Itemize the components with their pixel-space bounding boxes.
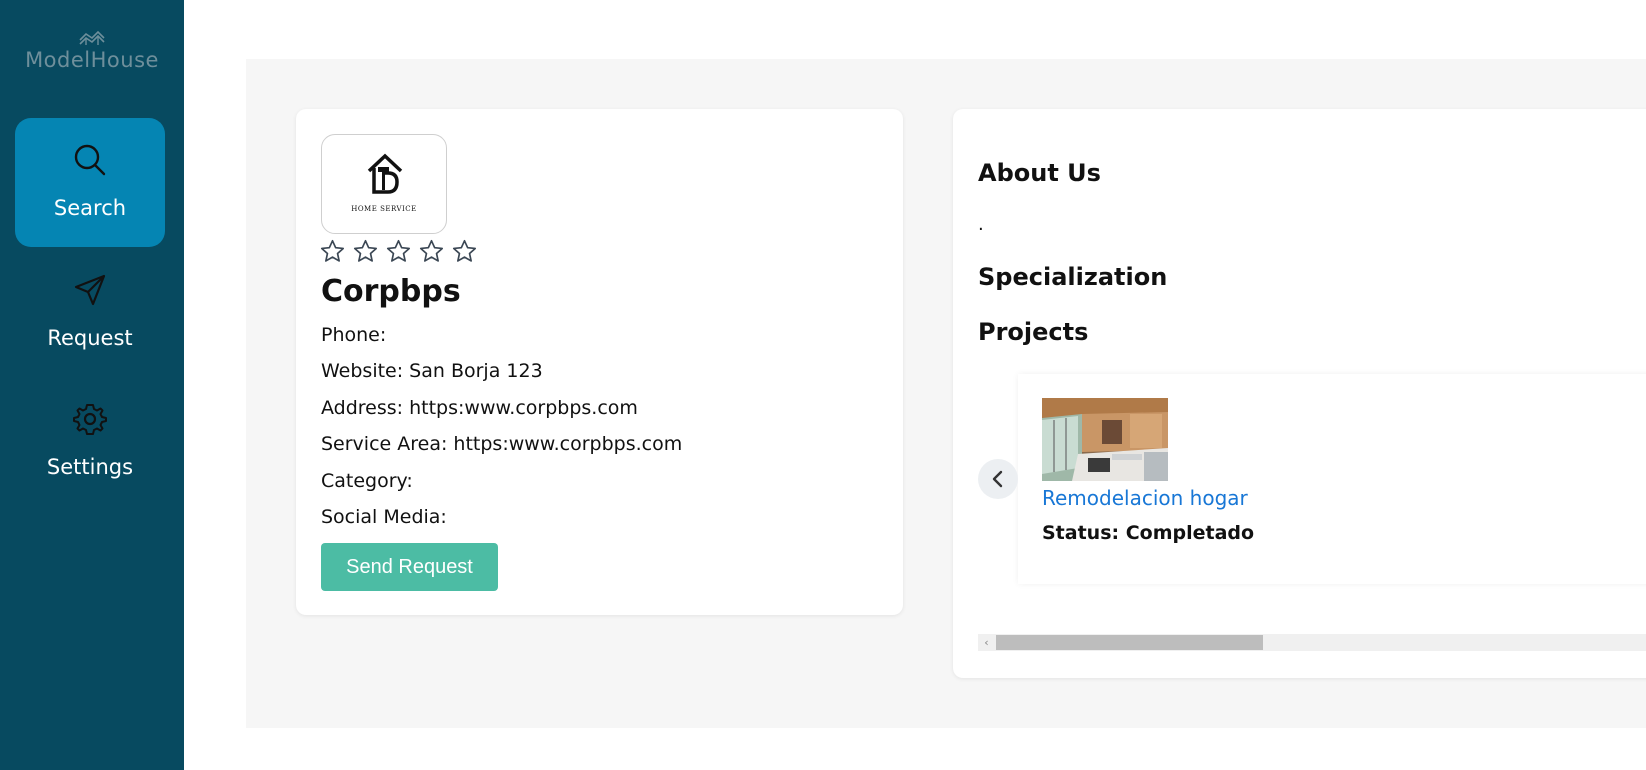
scrollbar-thumb[interactable] bbox=[996, 635, 1263, 650]
company-logo: HOME SERVICE bbox=[321, 134, 447, 234]
star-icon[interactable] bbox=[418, 238, 445, 265]
sidebar-item-settings[interactable]: Settings bbox=[15, 391, 165, 520]
company-address: Address: https:www.corpbps.com bbox=[321, 397, 638, 419]
company-profile-card: HOME SERVICE Corpbps Phone: Website: San… bbox=[296, 109, 903, 615]
sidebar-item-label: Request bbox=[47, 326, 133, 350]
about-us-text: . bbox=[978, 214, 984, 235]
star-icon[interactable] bbox=[319, 238, 346, 265]
company-name: Corpbps bbox=[321, 274, 461, 309]
rating-stars[interactable] bbox=[319, 238, 478, 265]
company-phone: Phone: bbox=[321, 324, 387, 346]
star-icon[interactable] bbox=[352, 238, 379, 265]
send-icon bbox=[74, 274, 106, 306]
house-hammer-logo bbox=[367, 153, 403, 194]
project-image[interactable] bbox=[1042, 398, 1168, 481]
project-name-link[interactable]: Remodelacion hogar bbox=[1042, 486, 1248, 510]
star-icon[interactable] bbox=[385, 238, 412, 265]
app-logo[interactable]: ModelHouse bbox=[0, 30, 184, 72]
search-icon bbox=[74, 144, 106, 176]
gear-icon bbox=[73, 404, 107, 435]
carousel-prev-button[interactable] bbox=[978, 459, 1018, 499]
sidebar-item-request[interactable]: Request bbox=[15, 262, 165, 391]
horizontal-scrollbar[interactable]: ‹ bbox=[978, 634, 1646, 651]
sidebar-item-label: Settings bbox=[46, 455, 134, 479]
logo-mark-icon bbox=[79, 30, 105, 45]
company-service-area: Service Area: https:www.corpbps.com bbox=[321, 433, 683, 455]
sidebar-item-search[interactable]: Search bbox=[15, 118, 165, 247]
sidebar-item-label: Search bbox=[53, 196, 127, 220]
star-icon[interactable] bbox=[451, 238, 478, 265]
company-website: Website: San Borja 123 bbox=[321, 360, 543, 382]
company-category: Category: bbox=[321, 470, 413, 492]
send-request-button[interactable]: Send Request bbox=[321, 543, 498, 591]
specialization-heading: Specialization bbox=[978, 263, 1168, 291]
company-details-card: About Us . Specialization Projects Remod… bbox=[953, 109, 1646, 678]
logo-text: ModelHouse bbox=[25, 48, 159, 72]
company-social-media: Social Media: bbox=[321, 506, 447, 528]
scroll-left-arrow-icon[interactable]: ‹ bbox=[978, 634, 995, 651]
sidebar: ModelHouse Search Request Settings bbox=[0, 0, 184, 770]
kitchen-photo bbox=[1042, 398, 1168, 481]
logo-caption: HOME SERVICE bbox=[351, 205, 417, 213]
project-status: Status: Completado bbox=[1042, 522, 1255, 544]
about-us-heading: About Us bbox=[978, 159, 1101, 187]
chevron-left-icon bbox=[992, 470, 1003, 488]
projects-heading: Projects bbox=[978, 318, 1089, 346]
